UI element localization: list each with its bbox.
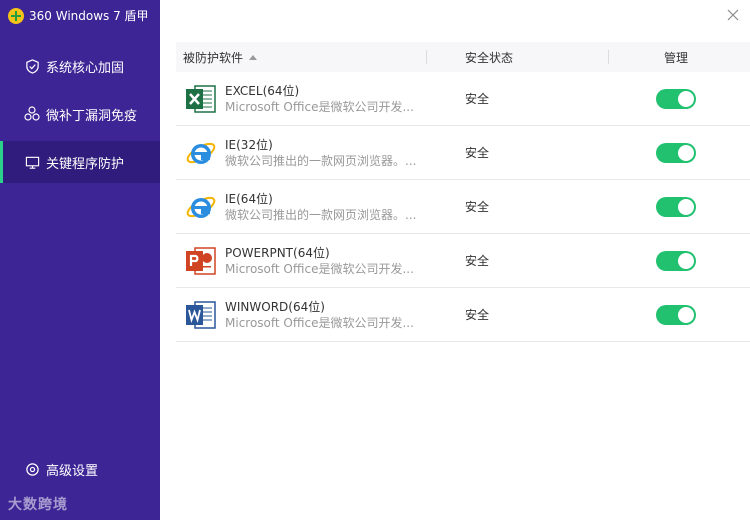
software-cell: IE(64位) 微软公司推出的一款网页浏览器。... <box>176 191 426 223</box>
protected-software-table: 被防护软件 安全状态 管理 EXCEL(64位) Microsoft Offic… <box>176 42 750 342</box>
powerpoint-icon <box>185 245 217 277</box>
molecule-icon <box>24 106 40 122</box>
status-text: 安全 <box>465 254 490 268</box>
toggle-knob <box>678 252 694 269</box>
excel-icon <box>185 83 217 115</box>
ie-icon <box>185 137 217 169</box>
software-name: WINWORD(64位) <box>225 299 325 314</box>
sidebar-item-label: 微补丁漏洞免疫 <box>46 108 138 124</box>
table-row: POWERPNT(64位) Microsoft Office是微软公司开发...… <box>176 234 750 288</box>
column-header-label: 管理 <box>663 50 688 65</box>
software-description: Microsoft Office是微软公司开发... <box>225 261 414 276</box>
status-text: 安全 <box>465 200 490 214</box>
status-text: 安全 <box>465 92 490 106</box>
app-title-text: 360 Windows 7 盾甲 <box>29 9 149 23</box>
sort-ascending-icon[interactable] <box>249 54 258 60</box>
status-text: 安全 <box>465 146 490 160</box>
sidebar-item-system-hardening[interactable]: 系统核心加固 <box>0 45 160 87</box>
protection-toggle[interactable] <box>656 196 696 217</box>
status-text: 安全 <box>465 308 490 322</box>
protection-toggle[interactable] <box>656 250 696 271</box>
table-row: IE(64位) 微软公司推出的一款网页浏览器。... 安全 <box>176 180 750 234</box>
shield-icon <box>24 58 40 74</box>
sidebar-item-label: 关键程序防护 <box>46 156 125 172</box>
column-header-status: 安全状态 <box>426 42 608 72</box>
advanced-settings-button[interactable]: 高级设置 <box>0 448 160 490</box>
software-name: IE(32位) <box>225 137 273 152</box>
software-description: Microsoft Office是微软公司开发... <box>225 99 414 114</box>
close-button[interactable] <box>724 6 742 24</box>
protection-toggle[interactable] <box>656 88 696 109</box>
column-header-label: 被防护软件 <box>183 50 244 65</box>
software-description: Microsoft Office是微软公司开发... <box>225 315 414 330</box>
sidebar: 360 Windows 7 盾甲 系统核心加固 微补丁漏洞免疫 关键程序防护 高… <box>0 0 160 520</box>
watermark: 大数跨境 <box>8 497 68 513</box>
software-name: IE(64位) <box>225 191 273 206</box>
software-description: 微软公司推出的一款网页浏览器。... <box>225 153 417 168</box>
software-cell: IE(32位) 微软公司推出的一款网页浏览器。... <box>176 137 426 169</box>
table-row: WINWORD(64位) Microsoft Office是微软公司开发... … <box>176 288 750 342</box>
table-row: EXCEL(64位) Microsoft Office是微软公司开发... 安全 <box>176 72 750 126</box>
column-header-software[interactable]: 被防护软件 <box>176 42 426 72</box>
toggle-knob <box>678 144 694 161</box>
sidebar-item-micropatch[interactable]: 微补丁漏洞免疫 <box>0 93 160 135</box>
toggle-knob <box>678 198 694 215</box>
advanced-settings-label: 高级设置 <box>46 463 99 479</box>
toggle-knob <box>678 90 694 107</box>
column-header-label: 安全状态 <box>465 50 514 65</box>
table-header: 被防护软件 安全状态 管理 <box>176 42 750 72</box>
word-icon <box>185 299 217 331</box>
software-cell: WINWORD(64位) Microsoft Office是微软公司开发... <box>176 299 426 331</box>
software-name: EXCEL(64位) <box>225 83 300 98</box>
sidebar-item-program-protection[interactable]: 关键程序防护 <box>0 141 160 183</box>
app-title: 360 Windows 7 盾甲 <box>8 7 149 24</box>
sidebar-item-label: 系统核心加固 <box>46 60 125 76</box>
protection-toggle[interactable] <box>656 142 696 163</box>
software-cell: POWERPNT(64位) Microsoft Office是微软公司开发... <box>176 245 426 277</box>
gear-icon <box>24 461 40 477</box>
table-row: IE(32位) 微软公司推出的一款网页浏览器。... 安全 <box>176 126 750 180</box>
software-cell: EXCEL(64位) Microsoft Office是微软公司开发... <box>176 83 426 115</box>
toggle-knob <box>678 306 694 323</box>
software-description: 微软公司推出的一款网页浏览器。... <box>225 207 417 222</box>
app-logo-icon <box>8 7 24 24</box>
protection-toggle[interactable] <box>656 304 696 325</box>
ie-icon <box>185 191 217 223</box>
close-icon <box>727 9 739 21</box>
monitor-icon <box>24 154 40 170</box>
column-header-manage: 管理 <box>608 42 750 72</box>
software-name: POWERPNT(64位) <box>225 245 330 260</box>
